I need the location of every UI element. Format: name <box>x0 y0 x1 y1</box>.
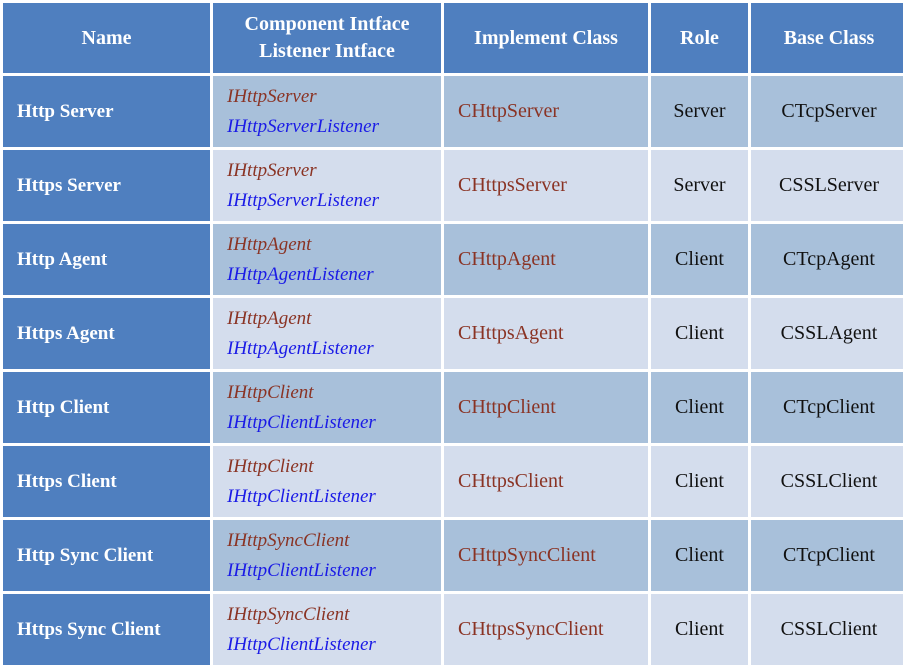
listener-interface-label: IHttpAgentListener <box>227 337 374 359</box>
column-header-base-class-line1: Base Class <box>783 26 875 49</box>
cell-interfaces: IHttpClient IHttpClientListener <box>213 372 441 443</box>
cell-implement-class: CHttpsServer <box>444 150 648 221</box>
cell-implement-class: CHttpAgent <box>444 224 648 295</box>
table-row: Http Agent IHttpAgent IHttpAgentListener CH… <box>3 224 903 295</box>
cell-interfaces: IHttpClient IHttpClientListener <box>213 446 441 517</box>
cell-name: Http Client <box>3 372 210 443</box>
table-header: Name Component Intface Listener Intface … <box>3 3 903 73</box>
column-header-role-line1: Role <box>680 26 719 49</box>
table-row: Http Server IHttpServer IHttpServerListene… <box>3 76 903 147</box>
cell-role: Client <box>651 298 748 369</box>
cell-role: Client <box>651 446 748 517</box>
cell-base-class: CTcpClient <box>751 372 903 443</box>
cell-role: Client <box>651 224 748 295</box>
table-row: Http Sync Client IHttpSyncClient IHttpClie… <box>3 520 903 591</box>
cell-name: Http Server <box>3 76 210 147</box>
table-row: Https Server IHttpServer IHttpServerListen… <box>3 150 903 221</box>
cell-base-class: CSSLClient <box>751 594 903 665</box>
cell-interfaces: IHttpAgent IHttpAgentListener <box>213 224 441 295</box>
cell-interfaces: IHttpServer IHttpServerListener <box>213 76 441 147</box>
component-interface-label: IHttpAgent <box>227 308 312 330</box>
column-header-role: Role <box>651 3 748 73</box>
cell-role: Client <box>651 372 748 443</box>
column-header-base-class: Base Class <box>751 3 903 73</box>
component-interface-label: IHttpClient <box>227 382 314 404</box>
cell-base-class: CSSLServer <box>751 150 903 221</box>
cell-base-class: CSSLClient <box>751 446 903 517</box>
cell-base-class: CSSLAgent <box>751 298 903 369</box>
component-spec-table: Name Component Intface Listener Intface … <box>0 0 903 668</box>
cell-role: Server <box>651 150 748 221</box>
table-row: Https Agent IHttpAgent IHttpAgentListener C… <box>3 298 903 369</box>
component-interface-label: IHttpClient <box>227 456 314 478</box>
cell-base-class: CTcpClient <box>751 520 903 591</box>
column-header-interface: Component Intface Listener Intface <box>213 3 441 73</box>
cell-role: Server <box>651 76 748 147</box>
listener-interface-label: IHttpServerListener <box>227 189 379 211</box>
table-row: Https Client IHttpClient IHttpClientListen… <box>3 446 903 517</box>
cell-implement-class: CHttpsSyncClient <box>444 594 648 665</box>
table-row: Https Sync Client IHttpSyncClient IHttpCli… <box>3 594 903 665</box>
cell-name: Https Sync Client <box>3 594 210 665</box>
cell-name: Http Sync Client <box>3 520 210 591</box>
column-header-name-line1: Name <box>81 26 132 49</box>
column-header-name: Name <box>3 3 210 73</box>
cell-implement-class: CHttpsAgent <box>444 298 648 369</box>
listener-interface-label: IHttpClientListener <box>227 559 376 581</box>
component-interface-label: IHttpServer <box>227 86 317 108</box>
cell-base-class: CTcpServer <box>751 76 903 147</box>
cell-name: Https Agent <box>3 298 210 369</box>
column-header-interface-line1: Component Intface <box>244 13 410 35</box>
cell-interfaces: IHttpSyncClient IHttpClientListener <box>213 594 441 665</box>
cell-name: Https Client <box>3 446 210 517</box>
cell-name: Http Agent <box>3 224 210 295</box>
cell-implement-class: CHttpsClient <box>444 446 648 517</box>
table-row: Http Client IHttpClient IHttpClientListene… <box>3 372 903 443</box>
component-interface-label: IHttpSyncClient <box>227 604 350 626</box>
listener-interface-label: IHttpServerListener <box>227 115 379 137</box>
cell-implement-class: CHttpClient <box>444 372 648 443</box>
column-header-implement-class: Implement Class <box>444 3 648 73</box>
cell-interfaces: IHttpAgent IHttpAgentListener <box>213 298 441 369</box>
cell-base-class: CTcpAgent <box>751 224 903 295</box>
cell-implement-class: CHttpSyncClient <box>444 520 648 591</box>
column-header-implement-class-line1: Implement Class <box>474 26 618 49</box>
listener-interface-label: IHttpAgentListener <box>227 263 374 285</box>
table-body: Http Server IHttpServer IHttpServerListene… <box>3 76 903 665</box>
component-interface-label: IHttpAgent <box>227 234 312 256</box>
cell-interfaces: IHttpServer IHttpServerListener <box>213 150 441 221</box>
cell-implement-class: CHttpServer <box>444 76 648 147</box>
column-header-interface-line2: Listener Intface <box>259 40 395 62</box>
listener-interface-label: IHttpClientListener <box>227 411 376 433</box>
cell-role: Client <box>651 594 748 665</box>
cell-interfaces: IHttpSyncClient IHttpClientListener <box>213 520 441 591</box>
listener-interface-label: IHttpClientListener <box>227 633 376 655</box>
listener-interface-label: IHttpClientListener <box>227 485 376 507</box>
component-interface-label: IHttpSyncClient <box>227 530 350 552</box>
cell-name: Https Server <box>3 150 210 221</box>
header-row: Name Component Intface Listener Intface … <box>3 3 903 73</box>
cell-role: Client <box>651 520 748 591</box>
component-interface-label: IHttpServer <box>227 160 317 182</box>
